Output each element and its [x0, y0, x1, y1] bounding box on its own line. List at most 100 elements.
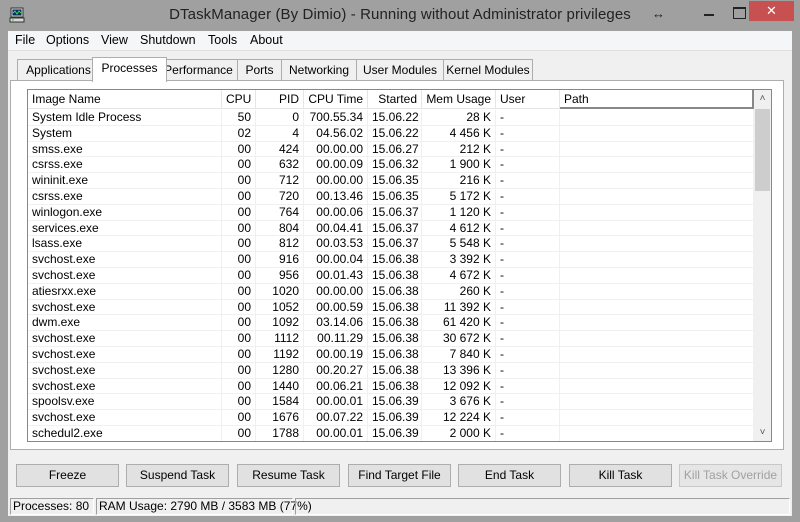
- find-target-file-button[interactable]: Find Target File: [348, 464, 451, 487]
- tab-ports[interactable]: Ports: [237, 59, 282, 81]
- cell-pid: 812: [256, 236, 304, 252]
- cell-pid: 1584: [256, 394, 304, 410]
- end-task-button[interactable]: End Task: [458, 464, 561, 487]
- process-list[interactable]: Image Name CPU PID CPU Time Started Mem Usage…: [27, 89, 772, 442]
- minimize-button[interactable]: [696, 1, 722, 21]
- tab-applications[interactable]: Applications: [17, 59, 100, 81]
- cell-user: -: [496, 283, 560, 299]
- process-row[interactable]: spoolsv.exe 00 1584 00.00.01 15.06.39 3 676 K…: [28, 394, 754, 411]
- cell-mem-usage: 11 392 K: [422, 299, 496, 315]
- menu-view[interactable]: View: [101, 33, 128, 47]
- cell-mem-usage: 7 840 K: [422, 346, 496, 362]
- cell-mem-usage: 4 672 K: [422, 267, 496, 283]
- column-header-pid[interactable]: PID: [256, 90, 304, 109]
- tab-kernel-modules[interactable]: Kernel Modules: [443, 59, 533, 81]
- process-row[interactable]: atiesrxx.exe 00 1020 00.00.00 15.06.38 260 K-: [28, 283, 754, 300]
- cell-mem-usage: 12 224 K: [422, 410, 496, 426]
- tab-user-modules[interactable]: User Modules: [356, 59, 444, 81]
- scroll-down-icon[interactable]: ˅: [754, 424, 771, 441]
- cell-started: 15.06.37: [368, 204, 422, 220]
- cell-path: [560, 346, 754, 362]
- resize-horizontal-icon[interactable]: ↔: [652, 6, 665, 21]
- cell-started: 15.06.35: [368, 188, 422, 204]
- cell-mem-usage: 30 672 K: [422, 331, 496, 347]
- process-row[interactable]: svchost.exe 00 1192 00.00.19 15.06.38 7 840 K…: [28, 346, 754, 363]
- cell-pid: 764: [256, 204, 304, 220]
- tab-networking[interactable]: Networking: [281, 59, 357, 81]
- menu-tools[interactable]: Tools: [208, 33, 237, 47]
- process-row[interactable]: svchost.exe 00 1052 00.00.59 15.06.38 11 392 …: [28, 299, 754, 316]
- process-row[interactable]: smss.exe 00 424 00.00.00 15.06.27 212 K-: [28, 141, 754, 158]
- process-row[interactable]: System 02 4 04.56.02 15.06.22 4 456 K-: [28, 125, 754, 142]
- menu-shutdown[interactable]: Shutdown: [140, 33, 196, 47]
- cell-started: 15.06.22: [368, 125, 422, 141]
- process-row[interactable]: csrss.exe 00 720 00.13.46 15.06.35 5 172 K-: [28, 188, 754, 205]
- close-button[interactable]: ✕: [749, 1, 794, 21]
- tab-performance[interactable]: Performance: [159, 59, 238, 81]
- process-row[interactable]: csrss.exe 00 632 00.00.09 15.06.32 1 900 K-: [28, 157, 754, 174]
- menu-file[interactable]: File: [15, 33, 35, 47]
- process-row[interactable]: dwm.exe 00 1092 03.14.06 15.06.38 61 420 K-: [28, 315, 754, 332]
- process-row[interactable]: services.exe 00 804 00.04.41 15.06.37 4 612 K…: [28, 220, 754, 237]
- cell-cpu: 50: [222, 110, 256, 125]
- process-row[interactable]: wininit.exe 00 712 00.00.00 15.06.35 216 K-: [28, 173, 754, 189]
- process-row[interactable]: System Idle Process 50 0 700.55.34 15.06.22 2…: [28, 110, 754, 126]
- cell-cpu-time: 00.01.43: [304, 267, 368, 283]
- cell-cpu-time: 00.07.22: [304, 410, 368, 426]
- menu-options[interactable]: Options: [46, 33, 89, 47]
- cell-cpu: 00: [222, 299, 256, 315]
- process-row[interactable]: winlogon.exe 00 764 00.00.06 15.06.37 1 120 K…: [28, 204, 754, 221]
- process-row[interactable]: svchost.exe 00 956 00.01.43 15.06.38 4 672 K-: [28, 267, 754, 284]
- cell-mem-usage: 3 676 K: [422, 394, 496, 410]
- column-header-started[interactable]: Started: [368, 90, 422, 109]
- process-row[interactable]: schedul2.exe 00 1788 00.00.01 15.06.39 2 000 …: [28, 425, 754, 441]
- cell-mem-usage: 4 456 K: [422, 125, 496, 141]
- menu-about[interactable]: About: [250, 33, 283, 47]
- cell-cpu: 00: [222, 378, 256, 394]
- cell-image-name: lsass.exe: [28, 236, 222, 252]
- cell-cpu-time: 00.11.29: [304, 331, 368, 347]
- scroll-thumb[interactable]: [755, 109, 770, 191]
- cell-cpu-time: 00.03.53: [304, 236, 368, 252]
- cell-cpu: 00: [222, 410, 256, 426]
- cell-image-name: svchost.exe: [28, 410, 222, 426]
- cell-pid: 4: [256, 125, 304, 141]
- cell-user: -: [496, 267, 560, 283]
- cell-started: 15.06.38: [368, 267, 422, 283]
- cell-user: -: [496, 346, 560, 362]
- close-icon: ✕: [766, 3, 777, 18]
- cell-user: -: [496, 252, 560, 268]
- cell-cpu: 00: [222, 173, 256, 189]
- tab-processes[interactable]: Processes: [92, 57, 167, 82]
- vertical-scrollbar[interactable]: ˄ ˅: [754, 90, 771, 441]
- cell-path: [560, 125, 754, 141]
- process-row[interactable]: svchost.exe 00 1440 00.06.21 15.06.38 12 092 …: [28, 378, 754, 395]
- cell-cpu-time: 00.00.04: [304, 252, 368, 268]
- column-header-path[interactable]: Path: [560, 90, 754, 109]
- cell-user: -: [496, 236, 560, 252]
- dtaskmanager-window: DTaskManager (By Dimio) - Running withou…: [0, 0, 800, 522]
- column-header-cpu[interactable]: CPU: [222, 90, 256, 109]
- cell-mem-usage: 212 K: [422, 141, 496, 157]
- window-title: DTaskManager (By Dimio) - Running withou…: [169, 6, 631, 23]
- resume-task-button[interactable]: Resume Task: [237, 464, 340, 487]
- cell-pid: 1676: [256, 410, 304, 426]
- kill-task-button[interactable]: Kill Task: [569, 464, 672, 487]
- process-row[interactable]: svchost.exe 00 1112 00.11.29 15.06.38 30 672 …: [28, 331, 754, 347]
- cell-image-name: dwm.exe: [28, 315, 222, 331]
- cell-image-name: csrss.exe: [28, 157, 222, 173]
- cell-started: 15.06.38: [368, 362, 422, 378]
- cell-cpu: 00: [222, 425, 256, 441]
- column-header-image-name[interactable]: Image Name: [28, 90, 222, 109]
- title-bar[interactable]: DTaskManager (By Dimio) - Running withou…: [0, 0, 800, 31]
- freeze-button[interactable]: Freeze: [16, 464, 119, 487]
- column-header-user[interactable]: User: [496, 90, 560, 109]
- column-header-mem-usage[interactable]: Mem Usage: [422, 90, 496, 109]
- suspend-task-button[interactable]: Suspend Task: [126, 464, 229, 487]
- column-header-cpu-time[interactable]: CPU Time: [304, 90, 368, 109]
- process-row[interactable]: svchost.exe 00 1676 00.07.22 15.06.39 12 224 …: [28, 410, 754, 426]
- process-row[interactable]: svchost.exe 00 1280 00.20.27 15.06.38 13 396 …: [28, 362, 754, 379]
- process-row[interactable]: lsass.exe 00 812 00.03.53 15.06.37 5 548 K-: [28, 236, 754, 253]
- scroll-up-icon[interactable]: ˄: [754, 90, 771, 107]
- process-row[interactable]: svchost.exe 00 916 00.00.04 15.06.38 3 392 K-: [28, 252, 754, 268]
